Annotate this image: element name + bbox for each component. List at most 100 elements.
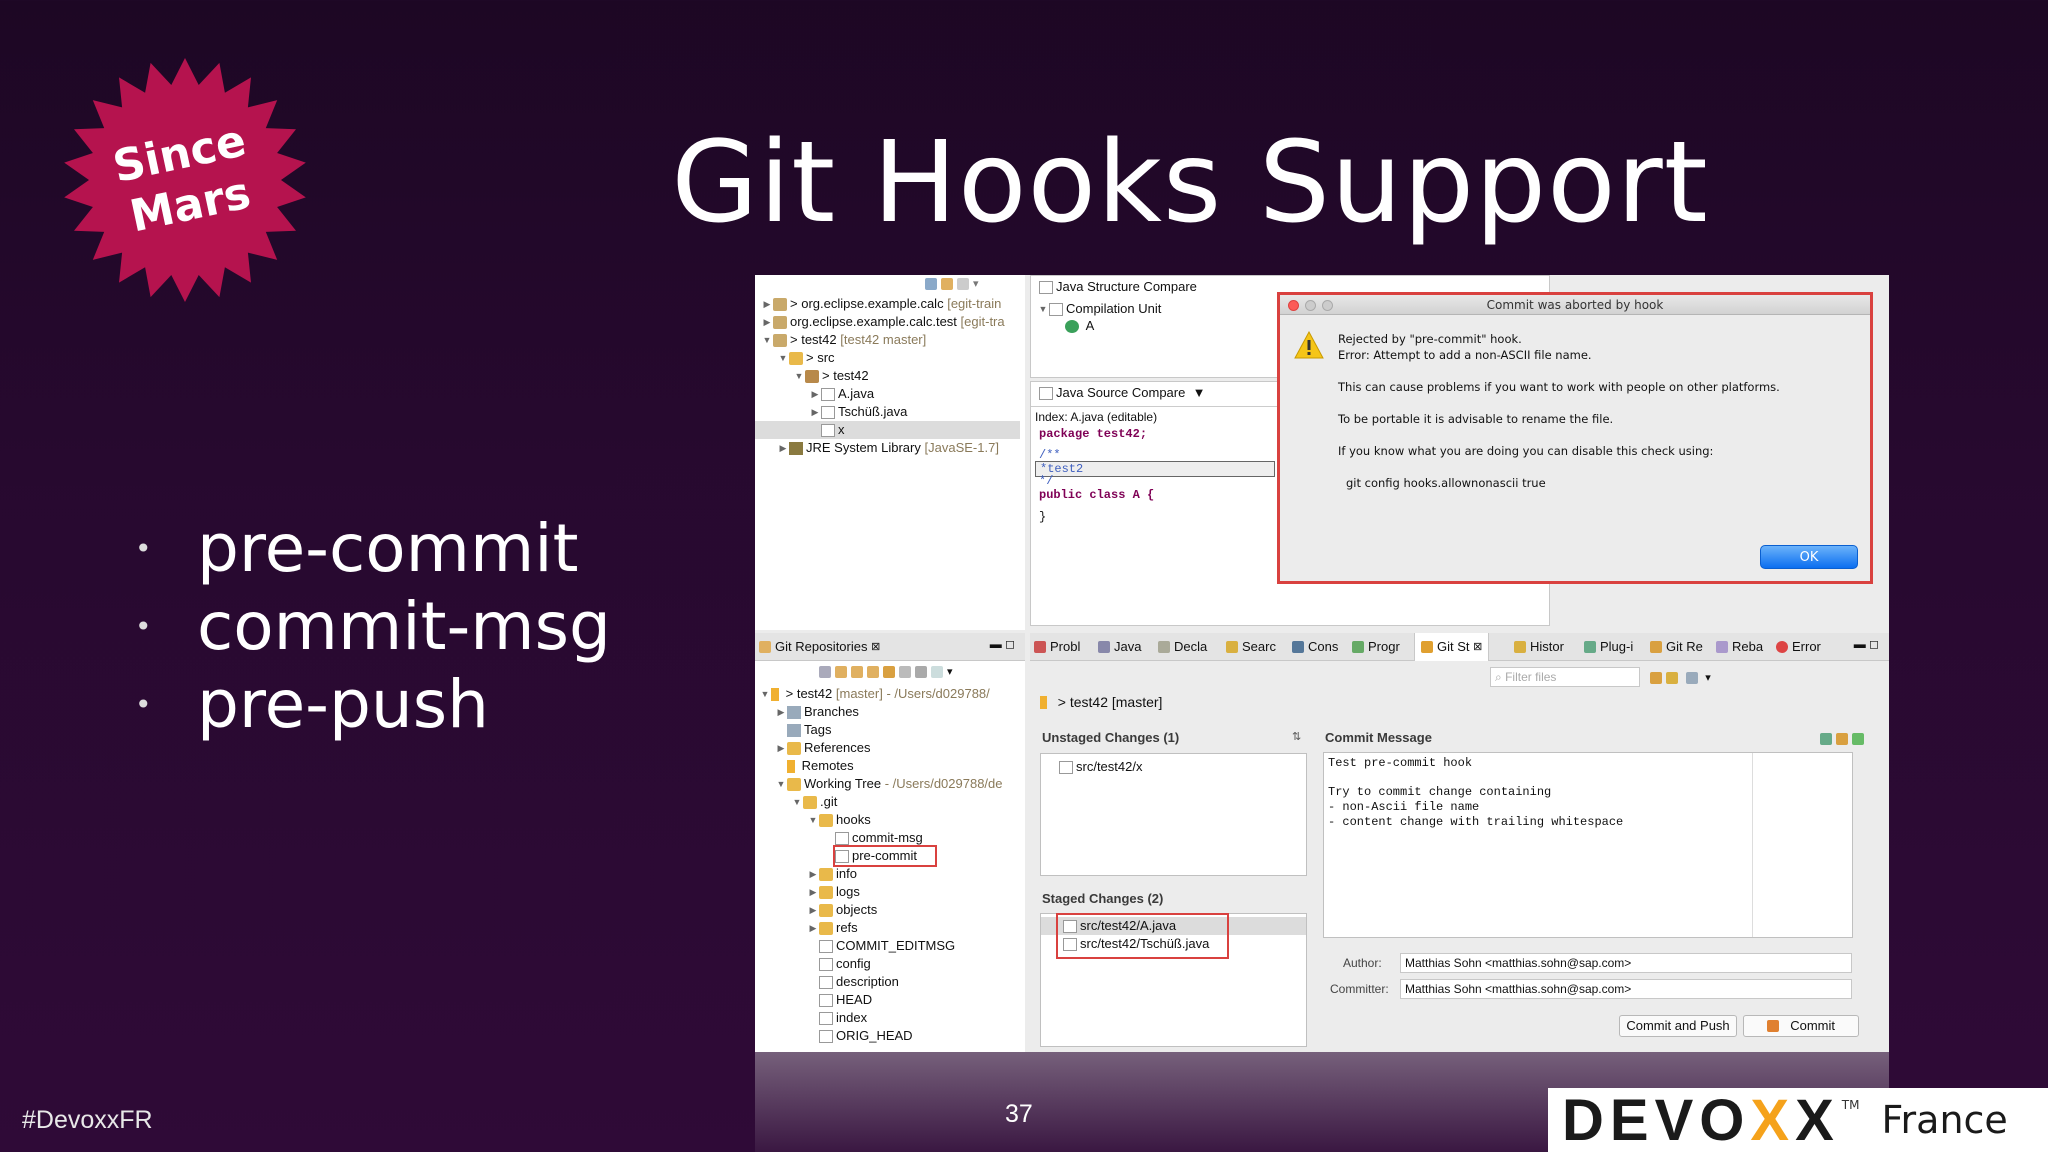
sync-icon[interactable] bbox=[957, 278, 969, 291]
collapse-arrow-icon[interactable]: ▼ bbox=[759, 685, 771, 703]
tree-item[interactable]: COMMIT_EDITMSG bbox=[819, 937, 955, 955]
amend-icon[interactable] bbox=[1836, 732, 1848, 745]
tree-item[interactable]: ▶ info bbox=[807, 865, 857, 883]
tree-item[interactable]: ▼ > test42 bbox=[793, 367, 869, 385]
collapse-arrow-icon[interactable]: ▼ bbox=[793, 367, 805, 385]
collapse-arrow-icon[interactable]: ▼ bbox=[775, 775, 787, 793]
collapse-arrow-icon[interactable]: ▼ bbox=[1037, 300, 1049, 318]
committer-field[interactable]: Matthias Sohn <matthias.sohn@sap.com> bbox=[1400, 979, 1852, 999]
tree-item[interactable]: ▶ logs bbox=[807, 883, 860, 901]
tab-git-staging[interactable]: Git St ⊠ bbox=[1414, 633, 1490, 661]
minimize-icon[interactable]: ▬ bbox=[990, 637, 1002, 651]
tree-item[interactable]: ▼ hooks bbox=[807, 811, 871, 829]
collapse-icon[interactable] bbox=[925, 278, 937, 291]
tab-git-reflog[interactable]: Git Re bbox=[1650, 635, 1703, 659]
filter-icon[interactable] bbox=[931, 665, 943, 678]
sort-icon[interactable]: ⇅ bbox=[1292, 730, 1301, 743]
link-icon[interactable] bbox=[1650, 671, 1662, 684]
tree-item[interactable]: Tags bbox=[775, 721, 831, 739]
tab-search[interactable]: Searc bbox=[1226, 635, 1276, 659]
maximize-icon[interactable]: ◻ bbox=[1869, 637, 1879, 651]
add-change-id-icon[interactable] bbox=[1852, 732, 1864, 745]
tab-git-repositories[interactable]: Git Repositories ⊠ bbox=[759, 635, 880, 659]
create-repo-icon[interactable] bbox=[867, 665, 879, 678]
tree-item[interactable]: ▶ Branches bbox=[775, 703, 859, 721]
expand-arrow-icon[interactable]: ▶ bbox=[807, 901, 819, 919]
tree-item[interactable]: ▼ Compilation Unit bbox=[1037, 300, 1162, 318]
collapse-arrow-icon[interactable]: ▼ bbox=[777, 349, 789, 367]
refresh-icon[interactable] bbox=[1666, 671, 1678, 684]
repo-item[interactable]: ▼ > test42 [master] - /Users/d029788/ bbox=[759, 685, 990, 703]
commit-message-textarea[interactable]: Test pre-commit hook Try to commit chang… bbox=[1323, 752, 1853, 938]
tree-item[interactable]: ▶ objects bbox=[807, 901, 878, 919]
tab-plugin[interactable]: Plug-i bbox=[1584, 635, 1633, 659]
expand-arrow-icon[interactable]: ▶ bbox=[775, 703, 787, 721]
view-menu-icon[interactable]: ▾ bbox=[947, 666, 953, 678]
expand-arrow-icon[interactable]: ▶ bbox=[761, 295, 773, 313]
zoom-window-icon[interactable] bbox=[1322, 300, 1333, 311]
tree-item[interactable]: ▼ Working Tree - /Users/d029788/de bbox=[775, 775, 1003, 793]
layout-icon[interactable] bbox=[1685, 671, 1698, 684]
tab-progress[interactable]: Progr bbox=[1352, 635, 1400, 659]
close-icon[interactable]: ⊠ bbox=[1473, 635, 1482, 659]
collapse-arrow-icon[interactable]: ▼ bbox=[761, 331, 773, 349]
tree-item[interactable]: ▶ > org.eclipse.example.calc [egit-train bbox=[761, 295, 1002, 313]
tab-declaration[interactable]: Decla bbox=[1158, 635, 1207, 659]
commit-button[interactable]: Commit bbox=[1743, 1015, 1859, 1037]
layout-icon[interactable] bbox=[915, 665, 927, 678]
view-menu-icon[interactable]: ▾ bbox=[1705, 672, 1711, 684]
refresh-icon[interactable] bbox=[899, 665, 911, 678]
filter-files-input[interactable]: ⌕ Filter files bbox=[1490, 667, 1640, 687]
collapse-all-icon[interactable] bbox=[819, 665, 831, 678]
expand-arrow-icon[interactable]: ▶ bbox=[809, 385, 821, 403]
view-menu-icon[interactable]: ▾ bbox=[973, 278, 979, 290]
maximize-icon[interactable]: ◻ bbox=[1005, 637, 1015, 651]
tree-item[interactable]: ▼ > test42 [test42 master] bbox=[761, 331, 927, 349]
close-icon[interactable]: ⊠ bbox=[871, 635, 880, 659]
tab-error-log[interactable]: Error bbox=[1776, 635, 1821, 659]
close-window-icon[interactable] bbox=[1288, 300, 1299, 311]
dropdown-arrow-icon[interactable]: ▼ bbox=[1193, 384, 1206, 402]
tree-item-selected[interactable]: x bbox=[755, 421, 1020, 439]
tree-item[interactable]: A bbox=[1065, 317, 1094, 335]
tab-console[interactable]: Cons bbox=[1292, 635, 1338, 659]
tree-item[interactable]: Remotes bbox=[775, 757, 854, 775]
tree-item[interactable]: ▼ .git bbox=[791, 793, 838, 811]
collapse-arrow-icon[interactable]: ▼ bbox=[807, 811, 819, 829]
expand-arrow-icon[interactable]: ▶ bbox=[775, 739, 787, 757]
tab-rebase[interactable]: Reba bbox=[1716, 635, 1763, 659]
expand-arrow-icon[interactable]: ▶ bbox=[777, 439, 789, 457]
minimize-icon[interactable]: ▬ bbox=[1854, 637, 1866, 651]
tree-item[interactable]: ▶ org.eclipse.example.calc.test [egit-tra bbox=[761, 313, 1005, 331]
tree-item[interactable]: ▶ A.java bbox=[809, 385, 875, 403]
tree-item[interactable]: ▶ Tschüß.java bbox=[809, 403, 908, 421]
expand-arrow-icon[interactable]: ▶ bbox=[807, 883, 819, 901]
tree-item[interactable]: ▼ > src bbox=[777, 349, 835, 367]
add-repo-icon[interactable] bbox=[835, 665, 847, 678]
tree-item[interactable]: description bbox=[819, 973, 899, 991]
unstaged-file-item[interactable]: src/test42/x bbox=[1059, 758, 1142, 776]
tree-item[interactable]: ▶ JRE System Library [JavaSE-1.7] bbox=[777, 439, 999, 457]
expand-arrow-icon[interactable]: ▶ bbox=[761, 313, 773, 331]
expand-arrow-icon[interactable]: ▶ bbox=[807, 919, 819, 937]
collapse-arrow-icon[interactable]: ▼ bbox=[791, 793, 803, 811]
tab-problems[interactable]: Probl bbox=[1034, 635, 1080, 659]
author-field[interactable]: Matthias Sohn <matthias.sohn@sap.com> bbox=[1400, 953, 1852, 973]
link-icon[interactable] bbox=[941, 278, 953, 291]
sign-off-icon[interactable] bbox=[1820, 732, 1832, 745]
tab-history[interactable]: Histor bbox=[1514, 635, 1564, 659]
minimize-window-icon[interactable] bbox=[1305, 300, 1316, 311]
tab-javadoc[interactable]: Java bbox=[1098, 635, 1141, 659]
tree-item[interactable]: config bbox=[819, 955, 871, 973]
tree-item[interactable]: ORIG_HEAD bbox=[819, 1027, 913, 1045]
clone-repo-icon[interactable] bbox=[851, 665, 863, 678]
link-icon[interactable] bbox=[883, 665, 895, 678]
commit-and-push-button[interactable]: Commit and Push bbox=[1619, 1015, 1737, 1037]
expand-arrow-icon[interactable]: ▶ bbox=[807, 865, 819, 883]
ok-button[interactable]: OK bbox=[1760, 545, 1858, 569]
tree-item[interactable]: index bbox=[819, 1009, 867, 1027]
tree-item[interactable]: ▶ References bbox=[775, 739, 871, 757]
tree-item[interactable]: ▶ refs bbox=[807, 919, 858, 937]
unstaged-list[interactable]: src/test42/x bbox=[1040, 753, 1307, 876]
expand-arrow-icon[interactable]: ▶ bbox=[809, 403, 821, 421]
